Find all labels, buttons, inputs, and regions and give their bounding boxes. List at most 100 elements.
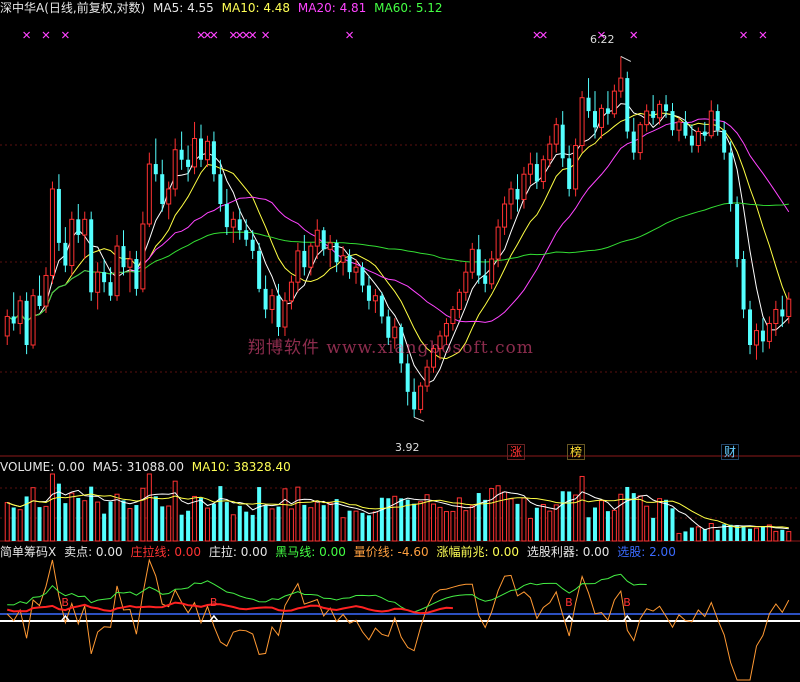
volume-bar bbox=[689, 527, 694, 541]
candle-body bbox=[495, 226, 501, 260]
candle-body bbox=[69, 218, 75, 267]
high-pointer bbox=[620, 55, 632, 62]
volume-bar bbox=[160, 506, 165, 541]
volume-bar bbox=[49, 473, 55, 542]
volume-bar bbox=[308, 507, 314, 542]
volume-bar bbox=[670, 508, 675, 541]
volume-bar bbox=[760, 526, 765, 541]
indicator-name: 简单筹码X bbox=[0, 545, 57, 559]
indicator-lines: BBBB bbox=[0, 558, 800, 681]
candle-body bbox=[250, 239, 255, 251]
volume-bar bbox=[224, 502, 229, 541]
volume-bar bbox=[218, 486, 223, 541]
volume-bar bbox=[598, 500, 604, 542]
candle-body bbox=[218, 174, 223, 204]
signal-mark bbox=[23, 31, 31, 39]
candle-body bbox=[741, 259, 746, 310]
signal-mark bbox=[533, 31, 541, 39]
volume-bar bbox=[69, 492, 75, 542]
volume-bar bbox=[592, 507, 598, 541]
volume-bar bbox=[431, 503, 437, 542]
volume-ma10-value: MA10: 38328.40 bbox=[191, 460, 291, 474]
signal-mark bbox=[61, 31, 69, 39]
signal-mark bbox=[740, 31, 747, 39]
candle-body bbox=[527, 163, 533, 175]
candlesticks bbox=[4, 55, 792, 422]
volume-bar bbox=[527, 517, 533, 542]
volume-bar bbox=[637, 495, 643, 542]
candle-body bbox=[43, 274, 49, 307]
ma5-value: MA5: 4.55 bbox=[153, 1, 214, 15]
stock-name: 深中华A(日线,前复权,对数) bbox=[0, 1, 146, 15]
volume-bar bbox=[715, 529, 720, 541]
volume-bar bbox=[237, 505, 242, 541]
volume-bar bbox=[276, 506, 281, 541]
volume-bar bbox=[456, 497, 462, 542]
indicator-header: 简单筹码X 卖点: 0.00 庄拉线: 0.00 庄拉: 0.00 黑马线: 0… bbox=[0, 544, 680, 560]
volume-bar bbox=[437, 506, 443, 542]
candle-body bbox=[302, 250, 307, 268]
volume-bar bbox=[230, 514, 236, 542]
volume-bar bbox=[450, 510, 456, 542]
candle-body bbox=[257, 250, 262, 289]
heima-line bbox=[7, 573, 647, 613]
volume-bar bbox=[443, 511, 449, 542]
volume-bar bbox=[153, 496, 158, 541]
volume-bar bbox=[37, 507, 42, 541]
volume-bar bbox=[708, 522, 714, 542]
volume-bar bbox=[605, 511, 610, 541]
candle-body bbox=[547, 143, 553, 161]
candle-body bbox=[314, 229, 320, 247]
candle-body bbox=[534, 164, 539, 182]
candle-body bbox=[753, 330, 759, 346]
liangjia-value: 量价线: -4.60 bbox=[353, 545, 429, 559]
candle-body bbox=[269, 295, 275, 310]
volume-bar bbox=[282, 488, 288, 542]
volume-bar bbox=[114, 493, 120, 542]
volume-bar bbox=[204, 507, 210, 542]
candle-body bbox=[560, 124, 565, 159]
candle-body bbox=[366, 285, 371, 301]
candle-body bbox=[95, 271, 101, 293]
volume-bar bbox=[372, 511, 378, 542]
volume-bar bbox=[11, 507, 16, 541]
candle-body bbox=[676, 121, 682, 131]
candle-body bbox=[598, 107, 604, 128]
candle-body bbox=[683, 121, 688, 136]
volume-bar bbox=[748, 528, 753, 541]
signal-mark bbox=[197, 31, 205, 39]
volume-bar bbox=[327, 502, 333, 542]
low-price-label: 3.92 bbox=[395, 441, 420, 454]
candle-body bbox=[664, 104, 669, 112]
tag-bang: 榜 bbox=[567, 444, 586, 460]
volume-bar bbox=[198, 497, 204, 541]
candle-body bbox=[30, 295, 36, 346]
candle-body bbox=[282, 300, 288, 328]
candle-body bbox=[11, 316, 16, 324]
tag-cai: 财 bbox=[721, 444, 740, 460]
volume-bar bbox=[244, 511, 249, 541]
candle-body bbox=[508, 188, 514, 205]
zhangfu-value: 涨幅前兆: 0.00 bbox=[436, 545, 520, 559]
candle-body bbox=[198, 138, 204, 160]
candle-body bbox=[689, 135, 694, 146]
candle-body bbox=[553, 124, 559, 145]
candle-body bbox=[102, 272, 107, 283]
candle-body bbox=[76, 219, 81, 235]
buy-signal-mark: B bbox=[210, 596, 218, 609]
volume-bar bbox=[753, 527, 759, 542]
volume-bar bbox=[366, 515, 371, 541]
signal-mark bbox=[249, 31, 257, 39]
candle-body bbox=[450, 308, 456, 324]
candle-body bbox=[456, 291, 462, 310]
volume-bar bbox=[579, 475, 585, 542]
volume-bar bbox=[469, 505, 475, 542]
ma10-value: MA10: 4.48 bbox=[221, 1, 291, 15]
candle-body bbox=[295, 250, 301, 283]
candle-body bbox=[418, 385, 424, 410]
volume-bar bbox=[121, 500, 126, 541]
candle-body bbox=[17, 300, 23, 324]
candle-body bbox=[56, 188, 61, 243]
volume-bar bbox=[192, 495, 198, 542]
volume-bar bbox=[353, 510, 359, 542]
